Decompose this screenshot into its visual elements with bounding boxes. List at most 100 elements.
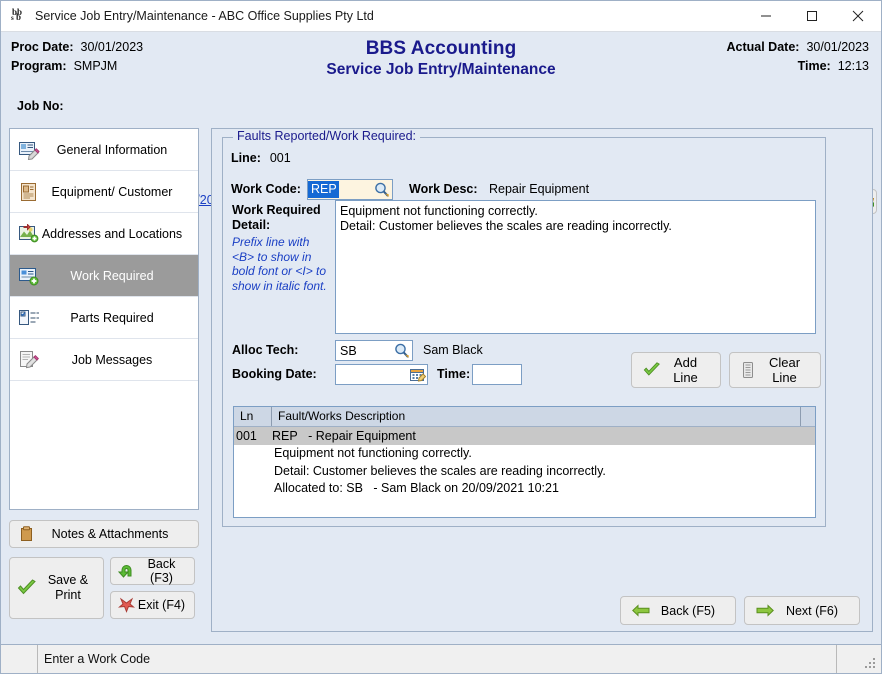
exit-f4-button[interactable]: Exit (F4) <box>110 591 195 619</box>
title-bar: bbsb Service Job Entry/Maintenance - ABC… <box>1 1 881 32</box>
work-required-detail-textarea[interactable]: Equipment not functioning correctly. Det… <box>335 200 816 334</box>
save-print-label: Save &Print <box>37 573 103 603</box>
sidebar-item-label: General Information <box>40 143 198 157</box>
sidebar-bottom-buttons: Save &Print Back (F3) <box>9 557 199 619</box>
back-f3-button[interactable]: Back (F3) <box>110 557 195 585</box>
line-value: 001 <box>270 151 291 165</box>
save-print-button[interactable]: Save &Print <box>9 557 104 619</box>
grid-row-main[interactable]: 001 REP - Repair Equipment <box>234 427 815 445</box>
job-bar: Job No: 27/04/2021 1428 - Equipment Base… <box>1 90 881 126</box>
red-cross-icon <box>118 597 135 613</box>
back-f5-button[interactable]: Back (F5) <box>620 596 736 625</box>
window-controls <box>743 1 881 32</box>
sidebar-item-job-messages[interactable]: Job Messages <box>10 339 198 381</box>
general-information-icon <box>18 140 40 160</box>
search-icon[interactable] <box>393 342 410 359</box>
left-arrow-icon <box>632 604 650 617</box>
proc-date-value: 30/01/2023 <box>81 40 144 54</box>
back-f3-label: Back (F3) <box>135 557 194 585</box>
work-desc-value: Repair Equipment <box>489 182 589 196</box>
program-label: Program: <box>11 59 67 73</box>
sidebar-item-label: Parts Required <box>40 311 198 325</box>
application-window: bbsb Service Job Entry/Maintenance - ABC… <box>0 0 882 674</box>
clear-line-label: Clear Line <box>759 355 820 385</box>
table-row[interactable]: 001 REP - Repair Equipment Equipment not… <box>234 427 815 498</box>
sidebar-item-label: Work Required <box>40 269 198 283</box>
grid-column-header-spacer <box>801 407 815 426</box>
alloc-tech-input[interactable] <box>336 341 393 360</box>
green-back-arrow-icon <box>118 563 135 579</box>
sidebar-mini-buttons: Back (F3) Exit (F4) <box>110 557 195 619</box>
grid-detail-line-1: Equipment not functioning correctly. <box>234 445 815 463</box>
clipboard-icon <box>19 526 34 542</box>
work-code-field[interactable]: REP <box>307 179 393 200</box>
grid-allocated-line: Allocated to: SB - Sam Black on 20/09/20… <box>234 480 815 498</box>
alloc-tech-field[interactable] <box>335 340 413 361</box>
line-row: Line: 001 <box>231 151 291 165</box>
work-lines-grid[interactable]: Ln Fault/Works Description 001 REP - Rep… <box>233 406 816 518</box>
proc-date-label: Proc Date: <box>11 40 74 54</box>
fieldset-legend: Faults Reported/Work Required: <box>233 129 420 143</box>
bbs-logo-icon: bbsb <box>11 8 27 24</box>
sidebar-nav: General Information <box>9 128 199 510</box>
grid-column-header-description: Fault/Works Description <box>272 407 801 426</box>
add-line-label: Add Line <box>661 355 720 385</box>
sidebar-item-equipment-customer[interactable]: Equipment/ Customer <box>10 171 198 213</box>
work-desc-label: Work Desc: <box>409 182 478 196</box>
booking-time-label: Time: <box>437 367 470 381</box>
actual-date-value: 30/01/2023 <box>806 40 869 54</box>
sidebar-item-label: Job Messages <box>40 353 198 367</box>
search-icon[interactable] <box>373 181 390 198</box>
booking-date-field[interactable] <box>335 364 428 385</box>
body-area: General Information <box>1 126 881 644</box>
grid-cell-ln: 001 <box>234 429 272 443</box>
add-line-button[interactable]: Add Line <box>631 352 721 388</box>
status-message: Enter a Work Code <box>37 645 837 673</box>
exit-f4-label: Exit (F4) <box>135 598 194 612</box>
time-label: Time: <box>798 59 831 73</box>
time-value: 12:13 <box>838 59 869 73</box>
clear-line-button[interactable]: Clear Line <box>729 352 821 388</box>
work-required-detail-label-line1: Work Required <box>232 203 321 217</box>
calendar-icon[interactable] <box>409 367 426 383</box>
line-label: Line: <box>231 151 261 165</box>
booking-time-input[interactable] <box>473 365 521 384</box>
header-band: Proc Date: 30/01/2023 Program: SMPJM BBS… <box>1 32 881 90</box>
work-required-hint: Prefix line with <B> to show in bold fon… <box>232 235 328 293</box>
grid-cell-description: REP - Repair Equipment <box>272 429 815 443</box>
sidebar-item-addresses-and-locations[interactable]: Addresses and Locations <box>10 213 198 255</box>
green-check-icon <box>643 361 661 379</box>
maximize-icon[interactable] <box>789 1 835 32</box>
work-required-icon <box>18 266 40 286</box>
right-arrow-icon <box>756 604 774 617</box>
addresses-locations-icon <box>18 224 40 244</box>
window-title: Service Job Entry/Maintenance - ABC Offi… <box>35 9 374 23</box>
minimize-icon[interactable] <box>743 1 789 32</box>
alloc-tech-label: Alloc Tech: <box>232 343 298 357</box>
work-code-label: Work Code: <box>231 182 301 196</box>
back-f5-label: Back (F5) <box>650 604 735 618</box>
sidebar-item-general-information[interactable]: General Information <box>10 129 198 171</box>
equipment-customer-icon <box>18 182 40 202</box>
sidebar-item-parts-required[interactable]: Parts Required <box>10 297 198 339</box>
green-check-icon <box>17 579 37 597</box>
close-icon[interactable] <box>835 1 881 32</box>
header-right-info: Actual Date: 30/01/2023 Time: 12:13 <box>727 40 870 78</box>
notes-attachments-button[interactable]: Notes & Attachments <box>9 520 199 548</box>
grid-detail-line-2: Detail: Customer believes the scales are… <box>234 463 815 481</box>
sidebar-item-work-required[interactable]: Work Required <box>10 255 198 297</box>
work-code-value[interactable]: REP <box>308 181 339 198</box>
booking-date-label: Booking Date: <box>232 367 317 381</box>
program-value: SMPJM <box>74 59 118 73</box>
work-required-detail-label-line2: Detail: <box>232 218 270 232</box>
main-panel: Faults Reported/Work Required: Line: 001 … <box>211 128 873 632</box>
sidebar-item-label: Equipment/ Customer <box>40 185 198 199</box>
faults-reported-fieldset: Faults Reported/Work Required: Line:001 … <box>222 137 826 527</box>
resize-grip[interactable] <box>865 658 877 670</box>
booking-time-field[interactable] <box>472 364 522 385</box>
actual-date-label: Actual Date: <box>727 40 800 54</box>
sidebar: General Information <box>9 128 199 644</box>
alloc-tech-name: Sam Black <box>423 343 483 357</box>
booking-date-input[interactable] <box>336 365 409 384</box>
next-f6-button[interactable]: Next (F6) <box>744 596 860 625</box>
